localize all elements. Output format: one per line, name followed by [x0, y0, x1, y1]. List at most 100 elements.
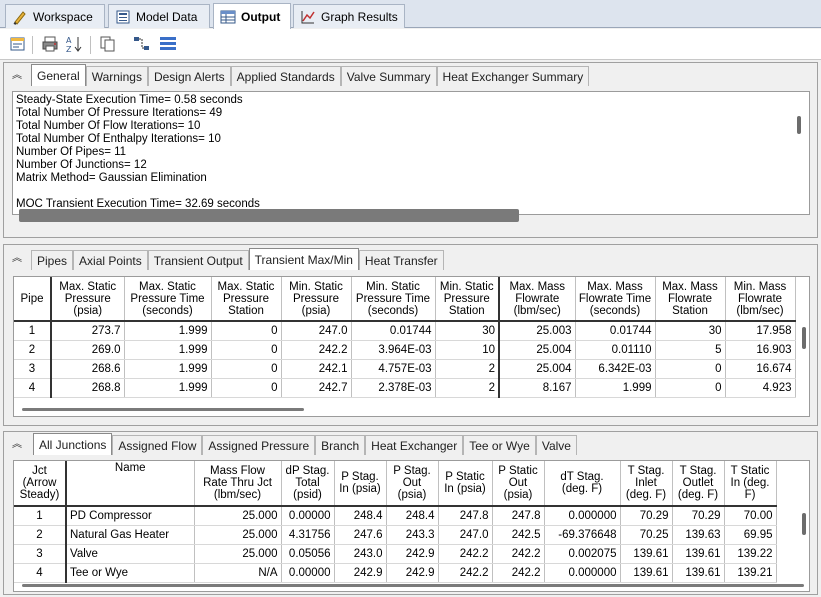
column-header[interactable]: P Static Out (psia) — [492, 461, 545, 507]
column-header[interactable]: T Static In (deg. F) — [724, 461, 777, 507]
tab-assigned-flow[interactable]: Assigned Flow — [112, 435, 203, 455]
horizontal-scrollbar[interactable] — [22, 408, 304, 411]
tab-model-data[interactable]: Model Data — [108, 4, 210, 28]
sort-button[interactable]: AZ — [64, 35, 84, 55]
table-cell: 242.9 — [386, 563, 439, 583]
general-subtabs: General Warnings Design Alerts Applied S… — [31, 64, 590, 86]
copy-button[interactable] — [98, 35, 118, 55]
horizontal-scrollbar[interactable] — [19, 209, 519, 222]
table-cell: 25.000 — [194, 525, 282, 545]
table-cell: -69.376648 — [544, 525, 621, 545]
column-header[interactable]: Pipe — [14, 277, 52, 322]
table-cell: 0 — [211, 378, 282, 398]
table-cell: 273.7 — [51, 321, 125, 341]
tab-heat-exchanger-summary[interactable]: Heat Exchanger Summary — [436, 66, 590, 86]
tab-tee-or-wye[interactable]: Tee or Wye — [463, 435, 536, 455]
tab-design-alerts[interactable]: Design Alerts — [147, 66, 231, 86]
table-cell: 3 — [14, 359, 52, 379]
table-row[interactable]: 1 273.7 1.999 0 247.0 0.01744 30 25.003 … — [14, 321, 796, 341]
vertical-scrollbar[interactable] — [797, 116, 801, 134]
column-header[interactable]: Name — [66, 461, 195, 507]
table-cell: 0 — [211, 340, 282, 360]
table-cell: Natural Gas Heater — [66, 525, 195, 545]
table-header-row: Pipe Max. Static Pressure (psia) Max. St… — [14, 277, 796, 322]
column-header[interactable]: Jct (Arrow Steady) — [14, 461, 67, 507]
table-cell: 0 — [655, 378, 726, 398]
table-cell: 8.167 — [499, 378, 576, 398]
column-header[interactable]: Max. Mass Flowrate Station — [655, 277, 726, 322]
column-header[interactable]: P Stag. Out (psia) — [386, 461, 439, 507]
table-cell: 0.05056 — [281, 544, 335, 564]
table-cell: 248.4 — [334, 506, 387, 526]
table-cell: 139.63 — [672, 525, 725, 545]
tab-all-junctions[interactable]: All Junctions — [33, 433, 113, 455]
tab-graph-results[interactable]: Graph Results — [293, 4, 405, 28]
column-header[interactable]: dP Stag. Total (psid) — [281, 461, 335, 507]
tab-warnings[interactable]: Warnings — [85, 66, 148, 86]
table-cell: 247.6 — [334, 525, 387, 545]
table-row[interactable]: 1 PD Compressor 25.000 0.00000 248.4 248… — [14, 506, 777, 526]
table-row[interactable]: 2 Natural Gas Heater 25.000 4.31756 247.… — [14, 525, 777, 545]
horizontal-scrollbar[interactable] — [22, 584, 804, 587]
table-row[interactable]: 3 268.6 1.999 0 242.1 4.757E-03 2 25.004… — [14, 359, 796, 379]
column-header[interactable]: dT Stag. (deg. F) — [544, 461, 621, 507]
column-header[interactable]: Min. Static Pressure (psia) — [281, 277, 352, 322]
table-row[interactable]: 2 269.0 1.999 0 242.2 3.964E-03 10 25.00… — [14, 340, 796, 360]
print-button[interactable] — [40, 35, 60, 55]
vertical-scrollbar[interactable] — [802, 513, 806, 535]
tab-heat-transfer[interactable]: Heat Transfer — [358, 250, 444, 270]
tab-applied-standards[interactable]: Applied Standards — [230, 66, 341, 86]
column-header[interactable]: P Stag. In (psia) — [334, 461, 387, 507]
tab-heat-exchanger[interactable]: Heat Exchanger — [365, 435, 464, 455]
tab-assigned-pressure[interactable]: Assigned Pressure — [202, 435, 316, 455]
table-cell: 4.923 — [725, 378, 796, 398]
column-header[interactable]: Min. Static Pressure Station — [435, 277, 500, 322]
tab-valve[interactable]: Valve — [535, 435, 577, 455]
tab-axial-points[interactable]: Axial Points — [73, 250, 148, 270]
vertical-scrollbar[interactable] — [802, 327, 806, 349]
column-header[interactable]: P Static In (psia) — [438, 461, 493, 507]
table-row[interactable]: 3 Valve 25.000 0.05056 243.0 242.9 242.2… — [14, 544, 777, 564]
table-row[interactable]: 4 268.8 1.999 0 242.7 2.378E-03 2 8.167 … — [14, 378, 796, 398]
column-header[interactable]: Min. Static Pressure Time (seconds) — [351, 277, 436, 322]
column-header[interactable]: T Stag. Outlet (deg. F) — [672, 461, 725, 507]
table-cell: 6.342E-03 — [575, 359, 656, 379]
column-header[interactable]: Min. Mass Flowrate (lbm/sec) — [725, 277, 796, 322]
tab-workspace[interactable]: Workspace — [5, 4, 105, 28]
tab-branch[interactable]: Branch — [315, 435, 366, 455]
output-control-button[interactable] — [8, 35, 28, 55]
tab-transient-max-min[interactable]: Transient Max/Min — [248, 248, 359, 270]
collapse-icon[interactable]: ︽ — [10, 438, 24, 452]
junction-results-table: Jct (Arrow Steady) Name Mass Flow Rate T… — [13, 460, 810, 592]
transfer-results-button[interactable] — [132, 35, 152, 55]
table-cell: 0 — [211, 359, 282, 379]
sort-icon: AZ — [65, 35, 83, 56]
table-row[interactable]: 4 Tee or Wye N/A 0.00000 242.9 242.9 242… — [14, 563, 777, 583]
junction-subtabs: All Junctions Assigned Flow Assigned Pre… — [33, 433, 577, 455]
collapse-icon[interactable]: ︽ — [10, 69, 24, 83]
table-cell: 2 — [14, 525, 67, 545]
column-header[interactable]: Max. Static Pressure Time (seconds) — [124, 277, 212, 322]
column-header[interactable]: Mass Flow Rate Thru Jct (lbm/sec) — [194, 461, 282, 507]
column-header[interactable]: Max. Mass Flowrate Time (seconds) — [575, 277, 656, 322]
table-cell: 30 — [655, 321, 726, 341]
table-cell: 69.95 — [724, 525, 777, 545]
column-header[interactable]: Max. Static Pressure Station — [211, 277, 282, 322]
table-cell: 242.2 — [438, 544, 493, 564]
tab-label: Model Data — [136, 9, 198, 24]
tab-transient-output[interactable]: Transient Output — [147, 250, 249, 270]
table-cell: 1.999 — [124, 321, 212, 341]
tab-pipes[interactable]: Pipes — [31, 250, 74, 270]
table-cell: Valve — [66, 544, 195, 564]
column-header[interactable]: Max. Mass Flowrate (lbm/sec) — [499, 277, 576, 322]
column-header[interactable]: T Stag. Inlet (deg. F) — [620, 461, 673, 507]
list-button[interactable] — [158, 35, 178, 55]
column-header[interactable]: Max. Static Pressure (psia) — [51, 277, 125, 322]
collapse-icon[interactable]: ︽ — [10, 252, 24, 266]
tab-output[interactable]: Output — [213, 3, 291, 29]
tab-general[interactable]: General — [31, 64, 86, 86]
table-cell: 70.00 — [724, 506, 777, 526]
table-cell: 139.61 — [672, 563, 725, 583]
table-cell: 247.8 — [438, 506, 493, 526]
tab-valve-summary[interactable]: Valve Summary — [340, 66, 437, 86]
